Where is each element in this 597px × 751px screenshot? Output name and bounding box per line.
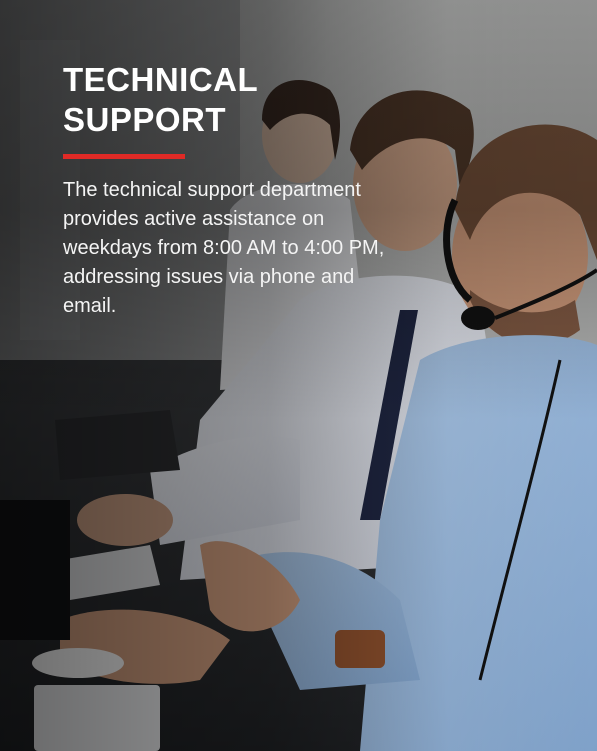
technical-support-card: TECHNICAL SUPPORT The technical support … bbox=[0, 0, 597, 751]
card-title-line-1: TECHNICAL bbox=[63, 61, 259, 98]
card-title: TECHNICAL SUPPORT bbox=[63, 60, 443, 140]
card-title-line-2: SUPPORT bbox=[63, 101, 227, 138]
title-accent-bar bbox=[63, 154, 185, 159]
card-description: The technical support department provide… bbox=[63, 179, 385, 317]
technical-support-content: TECHNICAL SUPPORT The technical support … bbox=[63, 60, 443, 321]
